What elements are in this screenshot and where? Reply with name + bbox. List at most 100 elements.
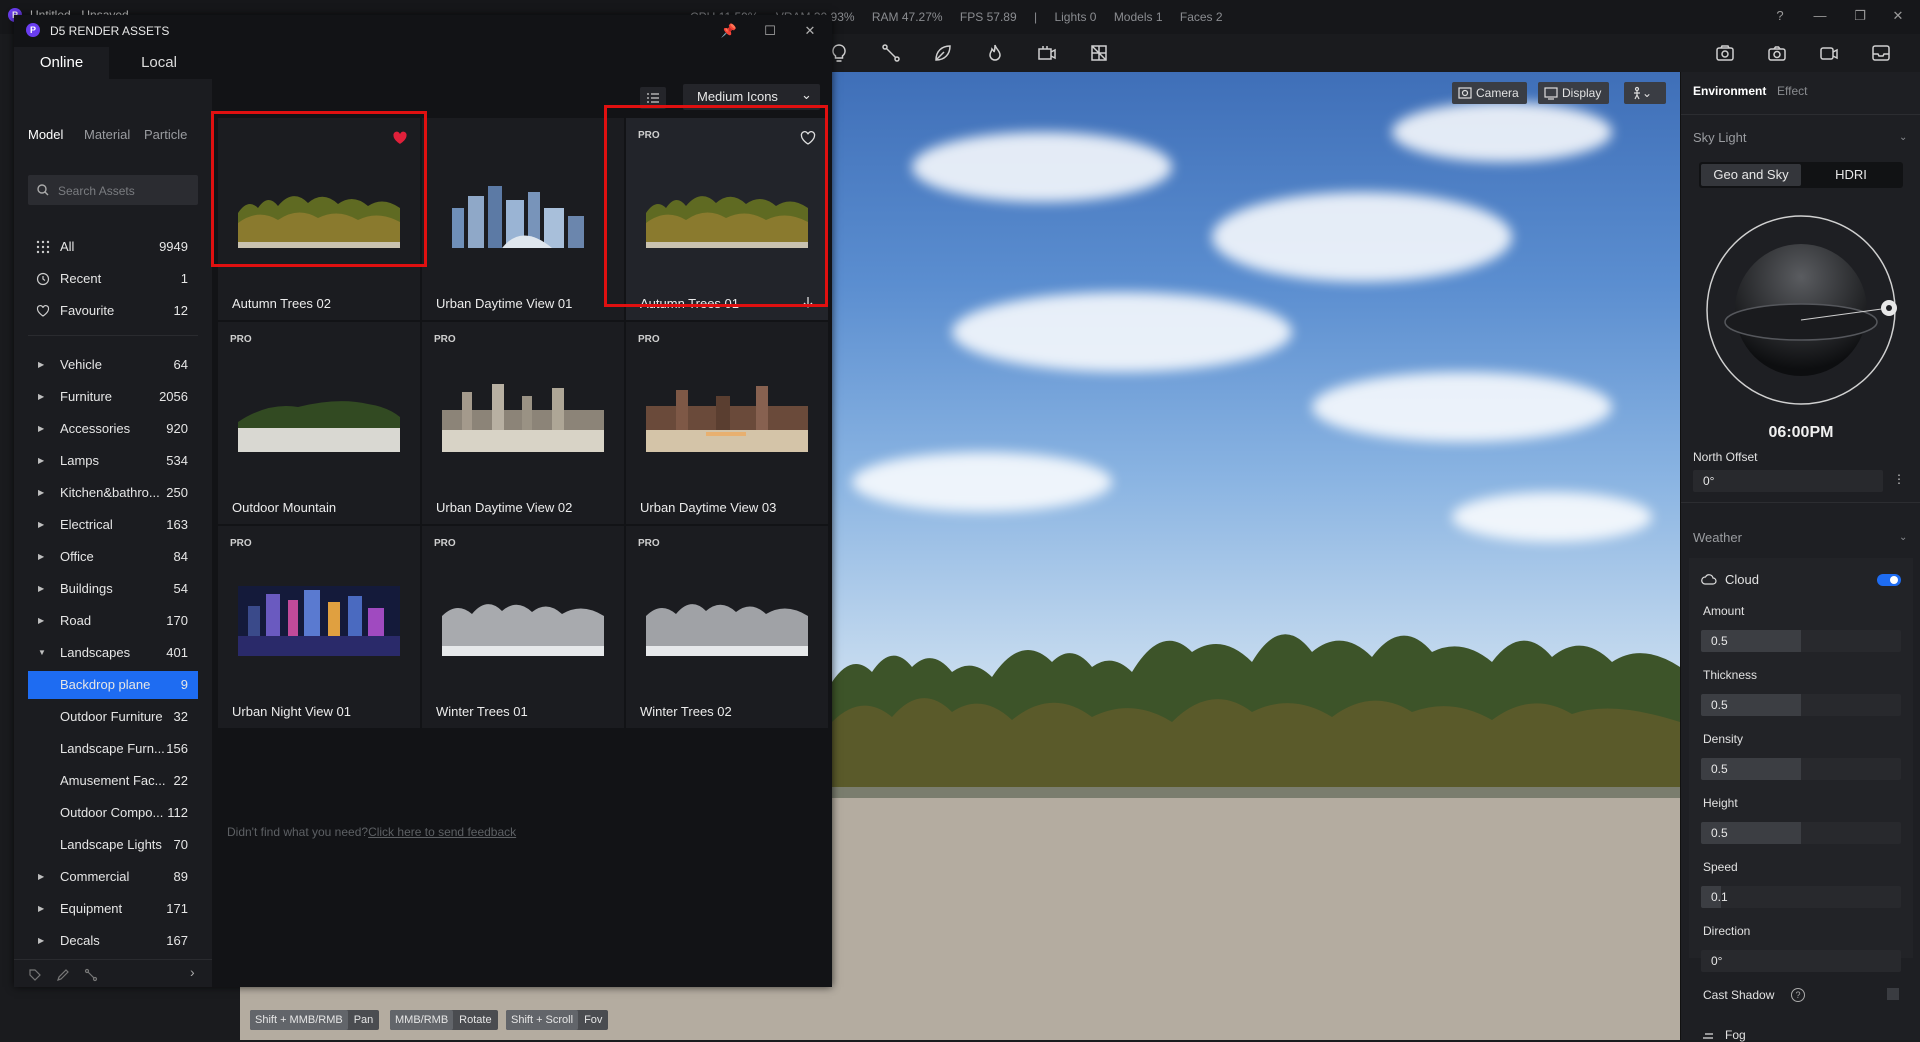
sidebar-item-lamps[interactable]: ▶ Lamps 534: [28, 447, 198, 475]
pin-icon[interactable]: 📌: [719, 21, 739, 41]
link-icon[interactable]: [84, 968, 98, 982]
maximize-button[interactable]: ☐: [760, 21, 780, 41]
video-icon[interactable]: [1818, 42, 1840, 64]
sidebar-item-favourite[interactable]: Favourite 12: [28, 297, 198, 325]
sidebar-item-backdrop-plane[interactable]: Backdrop plane 9: [28, 671, 198, 699]
asset-tile-urban-daytime-view-01[interactable]: Urban Daytime View 01: [422, 118, 624, 320]
fire-effect-icon[interactable]: [984, 42, 1006, 64]
close-button[interactable]: ✕: [1888, 6, 1908, 26]
search-input[interactable]: [56, 175, 195, 207]
amount-slider[interactable]: 0.5: [1701, 630, 1901, 652]
camera-icon[interactable]: [1766, 42, 1788, 64]
sidebar-item-kitchen-bathroom[interactable]: ▶ Kitchen&bathro... 250: [28, 479, 198, 507]
sidebar-item-office[interactable]: ▶ Office 84: [28, 543, 198, 571]
pro-badge: PRO: [638, 334, 660, 345]
sidebar-item-commercial[interactable]: ▶ Commercial 89: [28, 863, 198, 891]
sidebar-item-label: Vehicle: [60, 357, 102, 372]
list-filter-icon: [647, 93, 659, 103]
camera-button[interactable]: Camera: [1452, 82, 1527, 104]
asset-tile-urban-daytime-view-02[interactable]: PRO Urban Daytime View 02: [422, 322, 624, 524]
ground-plane: [832, 798, 1680, 1040]
render-image-icon[interactable]: [1714, 42, 1736, 64]
tab-particle[interactable]: Particle: [144, 127, 187, 142]
tab-effect[interactable]: Effect: [1777, 84, 1807, 98]
thickness-slider[interactable]: 0.5: [1701, 694, 1901, 716]
asset-tile-winter-trees-02[interactable]: PRO Winter Trees 02: [626, 526, 828, 728]
tab-environment[interactable]: Environment: [1693, 84, 1766, 98]
inbox-icon[interactable]: [1870, 42, 1892, 64]
time-display[interactable]: 06:00PM: [1681, 424, 1920, 442]
tag-icon[interactable]: [28, 968, 42, 982]
asset-tile-outdoor-mountain[interactable]: PRO Outdoor Mountain: [218, 322, 420, 524]
more-options-icon[interactable]: ⋮: [1893, 472, 1905, 486]
sidebar-item-furniture[interactable]: ▶ Furniture 2056: [28, 383, 198, 411]
sidebar-item-buildings[interactable]: ▶ Buildings 54: [28, 575, 198, 603]
toggle-knob: [1890, 576, 1898, 584]
sidebar-item-decals[interactable]: ▶ Decals 167: [28, 927, 198, 955]
sidebar-item-recent[interactable]: Recent 1: [28, 265, 198, 293]
sidebar-item-landscape-furniture[interactable]: Landscape Furn... 156: [28, 735, 198, 763]
speed-label: Speed: [1703, 860, 1738, 874]
minimize-button[interactable]: —: [1810, 6, 1830, 26]
path-tool-icon[interactable]: [880, 42, 902, 64]
help-icon[interactable]: ?: [1770, 6, 1790, 26]
asset-tile-urban-daytime-view-03[interactable]: PRO Urban Daytime View 03: [626, 322, 828, 524]
geo-and-sky-option[interactable]: Geo and Sky: [1701, 164, 1801, 186]
close-assets-button[interactable]: ✕: [800, 21, 820, 41]
chevron-down-icon[interactable]: ⌄: [1899, 132, 1911, 144]
chevron-down-icon[interactable]: ⌄: [1899, 532, 1911, 544]
height-slider[interactable]: 0.5: [1701, 822, 1901, 844]
sidebar-item-equipment[interactable]: ▶ Equipment 171: [28, 895, 198, 923]
thickness-value: 0.5: [1711, 698, 1728, 712]
hdri-option[interactable]: HDRI: [1801, 164, 1901, 186]
weather-heading[interactable]: Weather: [1693, 530, 1742, 545]
tab-online[interactable]: Online: [14, 47, 109, 79]
sidebar-item-landscape-lights[interactable]: Landscape Lights 70: [28, 831, 198, 859]
info-icon[interactable]: ?: [1791, 988, 1805, 1002]
pro-badge: PRO: [434, 334, 456, 345]
sidebar-item-outdoor-components[interactable]: Outdoor Compo... 112: [28, 799, 198, 827]
tab-model[interactable]: Model: [28, 127, 63, 142]
sidebar-item-all[interactable]: All 9949: [28, 233, 198, 261]
sidebar-item-landscapes[interactable]: ▼ Landscapes 401: [28, 639, 198, 667]
hint-action: Pan: [353, 1014, 374, 1026]
sidebar-item-count: 9: [180, 677, 188, 692]
leaf-icon[interactable]: [932, 42, 954, 64]
feedback-text: Didn't find what you need?Click here to …: [227, 825, 516, 839]
sky-light-heading[interactable]: Sky Light: [1693, 130, 1746, 145]
sidebar-item-count: 54: [173, 581, 188, 596]
pro-badge: PRO: [434, 538, 456, 549]
tab-material[interactable]: Material: [84, 127, 130, 142]
sidebar-item-outdoor-furniture[interactable]: Outdoor Furniture 32: [28, 703, 198, 731]
restore-button[interactable]: ❐: [1850, 6, 1870, 26]
sidebar-item-road[interactable]: ▶ Road 170: [28, 607, 198, 635]
material-grid-icon[interactable]: [1088, 42, 1110, 64]
animation-camera-icon[interactable]: [1036, 42, 1058, 64]
sidebar-item-label: Kitchen&bathro...: [60, 485, 160, 500]
edit-icon[interactable]: [56, 968, 70, 982]
speed-slider[interactable]: 0.1: [1701, 886, 1901, 908]
asset-tile-urban-night-view-01[interactable]: PRO Urban Night View 01: [218, 526, 420, 728]
tab-local[interactable]: Local: [109, 47, 209, 79]
asset-name: Winter Trees 02: [640, 704, 732, 719]
sidebar-item-accessories[interactable]: ▶ Accessories 920: [28, 415, 198, 443]
sidebar-item-label: Amusement Fac...: [60, 773, 166, 788]
north-offset-input[interactable]: 0°: [1693, 470, 1883, 492]
hint-key: MMB/RMB: [390, 1010, 454, 1030]
caret-right-icon: ▶: [38, 456, 45, 465]
sidebar-item-vehicle[interactable]: ▶ Vehicle 64: [28, 351, 198, 379]
assets-window-title: D5 RENDER ASSETS: [50, 24, 170, 38]
sidebar-item-electrical[interactable]: ▶ Electrical 163: [28, 511, 198, 539]
density-slider[interactable]: 0.5: [1701, 758, 1901, 780]
cast-shadow-checkbox[interactable]: [1887, 988, 1899, 1000]
feedback-link[interactable]: Click here to send feedback: [368, 825, 516, 839]
asset-tile-winter-trees-01[interactable]: PRO Winter Trees 01: [422, 526, 624, 728]
direction-input[interactable]: 0°: [1701, 950, 1901, 972]
navigation-mode-button[interactable]: ⌄: [1624, 82, 1666, 104]
chevron-right-icon[interactable]: ›: [190, 964, 195, 980]
sun-position-dial[interactable]: [1701, 210, 1901, 410]
sidebar-item-amusement-facilities[interactable]: Amusement Fac... 22: [28, 767, 198, 795]
display-button[interactable]: Display: [1538, 82, 1610, 104]
cloud-toggle[interactable]: [1877, 574, 1901, 586]
3d-viewport[interactable]: Camera Display ⌄: [832, 72, 1680, 1040]
